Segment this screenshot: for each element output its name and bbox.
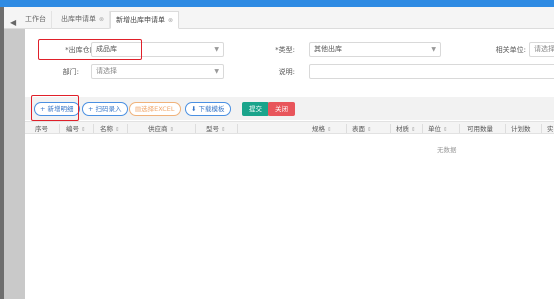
highlight-box-add-detail — [31, 95, 79, 121]
tab-label: 出库申请单 — [61, 15, 96, 23]
tab-outbound-request[interactable]: 出库申请单 ⊗ — [56, 11, 111, 29]
select-excel-button[interactable]: ▤选择EXCEL — [129, 102, 181, 116]
column-divider — [59, 124, 60, 133]
tab-new-outbound-request[interactable]: 新增出库申请单 ⊗ — [110, 11, 180, 29]
department-select[interactable]: 请选择 ▼ — [91, 64, 224, 79]
related-unit-select[interactable]: 请选择 — [529, 42, 554, 57]
col-surface[interactable]: 表面 ⇕ — [352, 123, 372, 133]
collapse-tabs-icon[interactable]: ◀ — [10, 18, 16, 27]
department-label: 部门: — [62, 68, 79, 76]
tab-label: 工作台 — [25, 15, 46, 23]
scan-entry-button[interactable]: + 扫码录入 — [82, 102, 128, 116]
table-header: 序号 编号 ⇕ 名称 ⇕ 供应商 ⇕ 型号 ⇕ 规格 ⇕ 表面 ⇕ 材质 ⇕ 单位 ⇕ 可用数量… — [25, 121, 554, 134]
left-sidebar-edge — [0, 7, 4, 299]
col-index[interactable]: 序号 — [35, 123, 48, 133]
col-spec[interactable]: 规格 ⇕ — [312, 123, 332, 133]
related-unit-label: 相关单位: — [495, 46, 526, 54]
col-model[interactable]: 型号 ⇕ — [206, 123, 226, 133]
tab-workbench[interactable]: 工作台 — [20, 11, 52, 29]
download-template-button[interactable]: ⬇ 下载模板 — [185, 102, 231, 116]
download-icon: ⬇ — [191, 105, 199, 113]
column-divider — [237, 124, 238, 133]
col-unit[interactable]: 单位 ⇕ — [428, 123, 448, 133]
close-tab-icon[interactable]: ⊗ — [99, 16, 104, 23]
column-divider — [346, 124, 347, 133]
tab-label: 新增出库申请单 — [116, 16, 165, 24]
sort-icon[interactable]: ⇕ — [115, 127, 120, 133]
col-name[interactable]: 名称 ⇕ — [100, 123, 120, 133]
col-actual[interactable]: 实 — [547, 123, 554, 133]
sort-icon[interactable]: ⇕ — [221, 127, 226, 133]
sort-icon[interactable]: ⇕ — [443, 127, 448, 133]
col-supplier[interactable]: 供应商 ⇕ — [148, 123, 174, 133]
top-header-bar — [0, 0, 554, 7]
submit-button[interactable]: 提交 — [242, 102, 269, 116]
sort-icon[interactable]: ⇕ — [327, 127, 332, 133]
column-divider — [541, 124, 542, 133]
sort-icon[interactable]: ⇕ — [411, 127, 416, 133]
description-label: 说明: — [278, 68, 295, 76]
sort-icon[interactable]: ⇕ — [367, 127, 372, 133]
sort-icon[interactable]: ⇕ — [170, 127, 175, 133]
col-planned-qty[interactable]: 计划数 — [511, 123, 531, 133]
empty-table-message: 无数据 — [437, 146, 457, 154]
main-content: *出库仓库: 成品库 ▼ *类型: 其他出库 ▼ 相关单位: 请选择 部门: 请选择… — [25, 29, 554, 299]
close-button[interactable]: 关闭 — [268, 102, 295, 116]
type-label: *类型: — [275, 46, 295, 54]
tab-bar: ◀ 工作台 出库申请单 ⊗ 新增出库申请单 ⊗ — [4, 7, 554, 29]
column-divider — [505, 124, 506, 133]
column-divider — [195, 124, 196, 133]
col-available-qty[interactable]: 可用数量 — [467, 123, 493, 133]
highlight-box-warehouse — [38, 39, 142, 60]
sort-icon[interactable]: ⇕ — [81, 127, 86, 133]
column-divider — [390, 124, 391, 133]
column-divider — [459, 124, 460, 133]
chevron-down-icon: ▼ — [214, 46, 219, 53]
description-input[interactable] — [309, 64, 554, 79]
chevron-down-icon: ▼ — [431, 46, 436, 53]
col-code[interactable]: 编号 ⇕ — [66, 123, 86, 133]
column-divider — [93, 124, 94, 133]
chevron-down-icon: ▼ — [214, 68, 219, 75]
column-divider — [127, 124, 128, 133]
column-divider — [422, 124, 423, 133]
close-tab-icon[interactable]: ⊗ — [168, 17, 173, 24]
type-select[interactable]: 其他出库 ▼ — [309, 42, 441, 57]
col-material[interactable]: 材质 ⇕ — [396, 123, 416, 133]
